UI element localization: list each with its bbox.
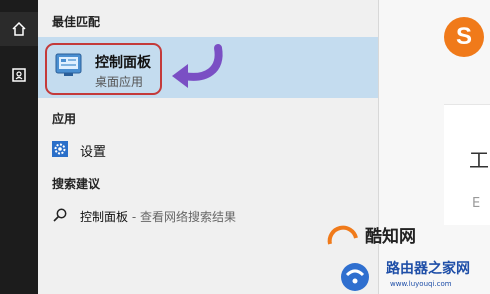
home-button[interactable] [0,12,38,46]
contact-card-icon [12,68,26,82]
background-text: 工 [469,148,489,172]
documents-button[interactable] [0,58,38,92]
highlight-ring [45,43,162,95]
watermark-wifi-icon [341,263,369,291]
watermark-brand: 酷知网 [365,227,416,247]
gear-icon [52,141,68,157]
app-logo: S [444,17,484,57]
apps-heading: 应用 [52,112,77,126]
background-text-2: E [472,196,481,211]
suggestions-heading: 搜索建议 [52,177,101,191]
settings-label: 设置 [80,145,107,160]
search-icon [53,208,67,222]
suggestion-query: 控制面板 [80,210,129,224]
pointer-arrow-icon [172,44,223,88]
best-match-heading: 最佳匹配 [52,15,101,29]
suggestion-extra: - 查看网络搜索结果 [128,210,236,224]
home-icon [12,21,26,36]
watermark-brand-2: 路由器之家网 [386,261,470,277]
watermark-url: www.luyouqi.com [390,280,452,288]
settings-item[interactable]: 设置 [38,137,378,163]
taskbar [0,0,38,294]
